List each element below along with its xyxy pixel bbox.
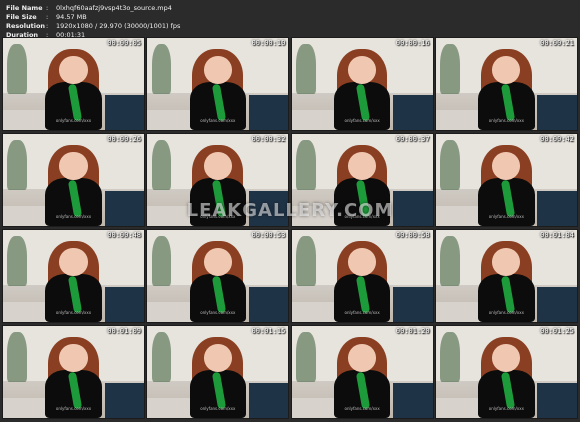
thumbnail-timestamp: 00:01:04 xyxy=(540,231,574,239)
plant-shape xyxy=(7,139,27,191)
person-face xyxy=(59,56,88,84)
furniture-shape xyxy=(248,383,289,418)
plant-shape xyxy=(151,331,172,383)
video-thumbnail[interactable]: 00:00:16 onlyfans.com/xxx xyxy=(290,37,434,131)
separator: : xyxy=(46,4,49,12)
video-thumbnail[interactable]: 00:01:09 onlyfans.com/xxx xyxy=(2,325,145,419)
resolution-label: Resolution xyxy=(6,22,46,30)
plant-shape xyxy=(295,235,316,287)
thumbnail-watermark: onlyfans.com/xxx xyxy=(200,118,236,123)
person-face xyxy=(347,344,377,372)
thumbnail-timestamp: 00:01:09 xyxy=(107,327,141,335)
thumbnail-timestamp: 00:00:58 xyxy=(395,231,430,239)
plant-shape xyxy=(295,43,316,95)
thumbnail-timestamp: 00:01:15 xyxy=(251,327,286,335)
furniture-shape xyxy=(537,383,577,418)
file-info-header: File Name : 0lxhqf60aafzj9vsp4t3o_source… xyxy=(6,4,180,40)
video-thumbnail[interactable]: 00:00:48 onlyfans.com/xxx xyxy=(2,229,145,323)
thumbnail-watermark: onlyfans.com/xxx xyxy=(488,118,524,123)
video-thumbnail[interactable]: 00:01:15 onlyfans.com/xxx xyxy=(146,325,290,419)
plant-shape xyxy=(295,331,316,383)
thumbnail-watermark: onlyfans.com/xxx xyxy=(344,118,380,123)
file-size-value: 94.57 MB xyxy=(56,13,87,21)
resolution-row: Resolution : 1920x1080 / 29.970 (30000/1… xyxy=(6,22,180,31)
thumbnail-timestamp: 00:00:21 xyxy=(540,39,574,47)
thumbnail-timestamp: 00:00:16 xyxy=(395,39,430,47)
thumbnail-watermark: onlyfans.com/xxx xyxy=(344,310,380,315)
file-size-label: File Size xyxy=(6,13,37,21)
thumbnail-timestamp: 00:00:26 xyxy=(107,135,141,143)
plant-shape xyxy=(7,43,27,95)
plant-shape xyxy=(440,139,460,191)
thumbnail-timestamp: 00:01:25 xyxy=(540,327,574,335)
furniture-shape xyxy=(537,95,577,130)
thumbnail-timestamp: 00:01:20 xyxy=(395,327,430,335)
thumbnail-timestamp: 00:00:32 xyxy=(251,135,286,143)
person-face xyxy=(59,344,88,372)
furniture-shape xyxy=(104,383,144,418)
furniture-shape xyxy=(537,287,577,322)
resolution-value: 1920x1080 / 29.970 (30000/1001) fps xyxy=(56,22,181,30)
thumbnail-watermark: onlyfans.com/xxx xyxy=(55,406,92,411)
furniture-shape xyxy=(393,287,433,322)
person-face xyxy=(203,56,232,84)
furniture-shape xyxy=(104,287,144,322)
thumbnail-timestamp: 00:00:10 xyxy=(251,39,286,47)
video-thumbnail[interactable]: 00:00:53 onlyfans.com/xxx xyxy=(146,229,290,323)
video-thumbnail[interactable]: 00:01:25 onlyfans.com/xxx xyxy=(434,325,578,419)
person-face xyxy=(203,344,232,372)
plant-shape xyxy=(151,235,172,287)
person-face xyxy=(59,152,88,180)
thumbnail-timestamp: 00:00:05 xyxy=(107,39,141,47)
thumbnail-watermark: onlyfans.com/xxx xyxy=(488,310,524,315)
site-watermark: LEAKGALLERY.COM xyxy=(186,200,394,221)
plant-shape xyxy=(151,139,172,191)
person-face xyxy=(347,248,377,276)
person-face xyxy=(203,248,232,276)
file-size-row: File Size : 94.57 MB xyxy=(6,13,180,22)
furniture-shape xyxy=(393,383,433,418)
person-face xyxy=(347,56,377,84)
person-face xyxy=(203,152,232,180)
thumbnail-watermark: onlyfans.com/xxx xyxy=(55,310,92,315)
plant-shape xyxy=(295,139,316,191)
plant-shape xyxy=(440,235,460,287)
separator: : xyxy=(46,13,49,21)
thumbnail-watermark: onlyfans.com/xxx xyxy=(55,118,92,123)
file-name-row: File Name : 0lxhqf60aafzj9vsp4t3o_source… xyxy=(6,4,180,13)
furniture-shape xyxy=(248,95,289,130)
thumbnail-timestamp: 00:00:42 xyxy=(540,135,574,143)
thumbnail-timestamp: 00:00:37 xyxy=(395,135,430,143)
video-thumbnail[interactable]: 00:01:04 onlyfans.com/xxx xyxy=(434,229,578,323)
furniture-shape xyxy=(393,95,433,130)
plant-shape xyxy=(7,331,27,383)
video-thumbnail[interactable]: 00:01:20 onlyfans.com/xxx xyxy=(290,325,434,419)
video-thumbnail[interactable]: 00:00:58 onlyfans.com/xxx xyxy=(290,229,434,323)
thumbnail-timestamp: 00:00:53 xyxy=(251,231,286,239)
person-face xyxy=(59,248,88,276)
separator: : xyxy=(46,22,49,30)
thumbnail-timestamp: 00:00:48 xyxy=(107,231,141,239)
file-name-value: 0lxhqf60aafzj9vsp4t3o_source.mp4 xyxy=(56,4,172,12)
furniture-shape xyxy=(104,95,144,130)
plant-shape xyxy=(151,43,172,95)
furniture-shape xyxy=(248,287,289,322)
video-thumbnail[interactable]: 00:00:05 onlyfans.com/xxx xyxy=(2,37,145,131)
file-name-label: File Name xyxy=(6,4,43,12)
video-thumbnail[interactable]: 00:00:10 onlyfans.com/xxx xyxy=(146,37,290,131)
plant-shape xyxy=(440,43,460,95)
thumbnail-grid: 00:00:05 onlyfans.com/xxx 00:00:10 onlyfans… xyxy=(2,37,578,420)
person-face xyxy=(347,152,377,180)
thumbnail-watermark: onlyfans.com/xxx xyxy=(344,406,380,411)
thumbnail-watermark: onlyfans.com/xxx xyxy=(200,406,236,411)
thumbnail-watermark: onlyfans.com/xxx xyxy=(200,310,236,315)
plant-shape xyxy=(7,235,27,287)
video-thumbnail[interactable]: 00:00:21 onlyfans.com/xxx xyxy=(434,37,578,131)
plant-shape xyxy=(440,331,460,383)
thumbnail-watermark: onlyfans.com/xxx xyxy=(488,406,524,411)
